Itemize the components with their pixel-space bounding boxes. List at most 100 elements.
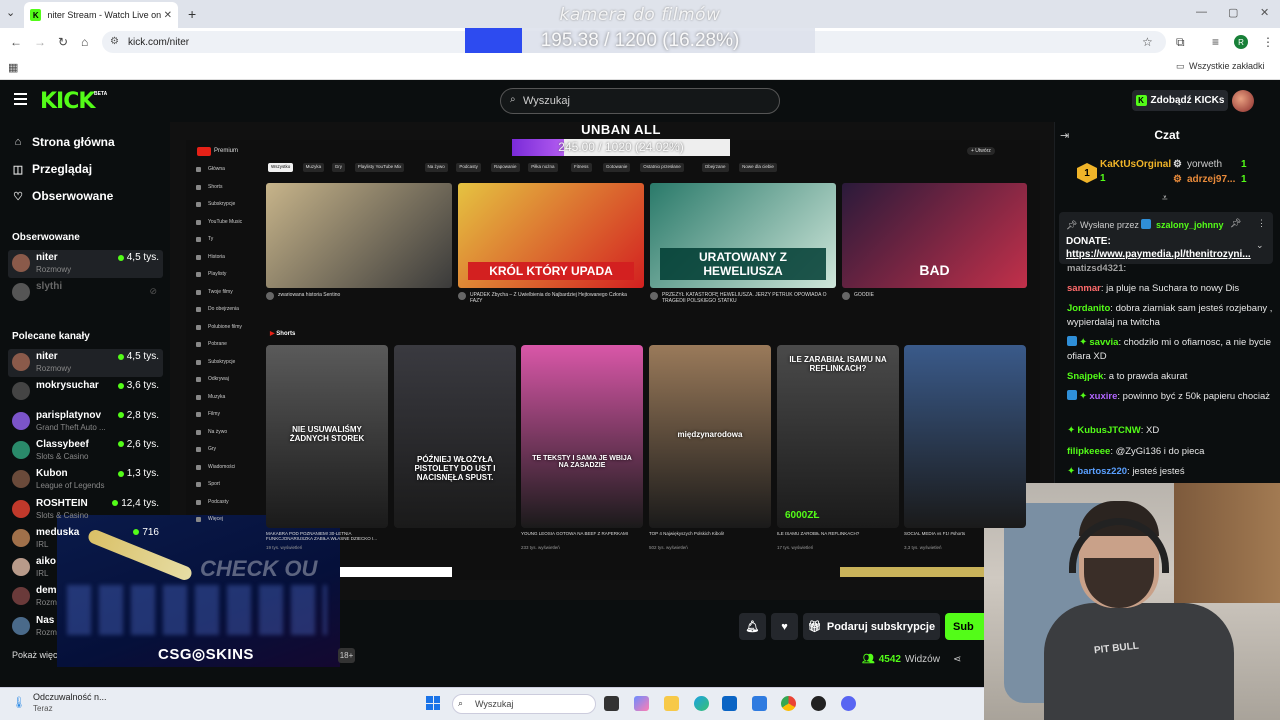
- home-button-icon[interactable]: ⌂: [81, 35, 88, 49]
- viewer-label: Widzów: [904, 654, 940, 665]
- channel-category: Rozmowy: [36, 364, 72, 373]
- pinned-user[interactable]: szalony_johnny: [1156, 220, 1224, 230]
- chat-username[interactable]: Jordanito: [1067, 303, 1110, 314]
- gifter-name[interactable]: yorweth: [1187, 159, 1222, 170]
- get-kicks-button[interactable]: K Zdobądź KICKs: [1132, 90, 1228, 111]
- edge-icon[interactable]: [694, 696, 709, 711]
- top-gifter-count: 1: [1100, 173, 1106, 184]
- store-icon[interactable]: [752, 696, 767, 711]
- kick-logo[interactable]: KICK: [40, 89, 95, 114]
- browser-tab[interactable]: K niter Stream - Watch Live on Kick ✕: [24, 2, 178, 28]
- windows-start-icon[interactable]: [426, 696, 440, 710]
- chat-username[interactable]: savvia: [1089, 337, 1118, 348]
- unpin-icon[interactable]: 📌︎: [1230, 218, 1241, 229]
- discord-icon[interactable]: [841, 696, 856, 711]
- yt-short-title: TOP 4 Najwiękyszych Polskich Kiboli!: [649, 531, 725, 536]
- channel-viewer-count: 2,8 tys.: [126, 409, 159, 421]
- yt-sidebar-item: Gry: [208, 446, 217, 452]
- taskbar-search-input[interactable]: Wyszukaj: [452, 694, 596, 714]
- sidebar-channel[interactable]: dem Rozm: [8, 583, 163, 611]
- shorts-heading: ▶ Shorts: [270, 331, 296, 337]
- copilot-icon[interactable]: [634, 696, 649, 711]
- yt-sidebar-item: Polubione filmy: [208, 323, 242, 330]
- chrome-icon[interactable]: [781, 696, 796, 711]
- pinned-link[interactable]: https://www.paymedia.pl/thenitrozyni...: [1066, 249, 1256, 260]
- site-info-icon[interactable]: ⚙: [110, 36, 119, 47]
- search-input[interactable]: Wyszukaj: [500, 88, 780, 114]
- outlook-icon[interactable]: [722, 696, 737, 711]
- nav-home[interactable]: ⌂ Strona główna: [12, 135, 115, 149]
- unban-goal-text: 245.00 / 1020 (24.02%): [558, 140, 684, 154]
- show-more-link[interactable]: Pokaż więc: [12, 650, 58, 660]
- bookmark-star-icon[interactable]: ☆: [1142, 35, 1153, 49]
- all-bookmarks-link[interactable]: Wszystkie zakładki: [1189, 61, 1265, 71]
- file-explorer-icon[interactable]: [664, 696, 679, 711]
- channel-viewers: 4,5 tys.: [117, 252, 159, 263]
- yt-filter-chip: Gry: [331, 163, 346, 172]
- nav-browse[interactable]: ◫ Przeglądaj: [12, 162, 92, 176]
- user-avatar[interactable]: [1232, 90, 1254, 112]
- yt-filter-chip: Gotowanie: [602, 163, 631, 172]
- weather-notification-title[interactable]: Odczuwalność n...: [33, 692, 107, 702]
- sidebar-channel[interactable]: Kubon League of Legends 1,3 tys.: [8, 466, 163, 494]
- sidebar-channel[interactable]: aiko IRL: [8, 554, 163, 582]
- sidebar-channel[interactable]: niter Rozmowy 4,5 tys.: [8, 250, 163, 278]
- sidebar-channel[interactable]: Classybeef Slots & Casino 2,6 tys.: [8, 437, 163, 465]
- sidebar-channel[interactable]: mokrysuchar 3,6 tys.: [8, 378, 163, 406]
- chat-username[interactable]: sanmar: [1067, 283, 1101, 294]
- close-tab-icon[interactable]: ✕: [164, 10, 172, 21]
- chat-username[interactable]: bartosz220: [1077, 466, 1127, 477]
- pinned-expand-icon[interactable]: ⌄: [1256, 240, 1264, 251]
- tab-search-icon[interactable]: ⌄: [6, 6, 15, 19]
- channel-viewer-count: 716: [142, 526, 159, 538]
- task-view-icon[interactable]: [604, 696, 619, 711]
- sidebar-channel[interactable]: parisplatynov Grand Theft Auto ... 2,8 tys…: [8, 408, 163, 436]
- weather-icon[interactable]: 🌡︎: [12, 696, 26, 709]
- reload-icon[interactable]: ↻: [58, 35, 68, 49]
- gift-sub-button[interactable]: 🎁︎ Podaruj subskrypcje: [803, 613, 940, 640]
- sidebar-channel[interactable]: Nas Rozm: [8, 613, 163, 641]
- chat-username[interactable]: matizsd4321: [1067, 263, 1124, 274]
- follow-button[interactable]: ♥: [771, 613, 798, 640]
- maximize-icon[interactable]: ▢: [1228, 6, 1238, 19]
- menu-hamburger-icon[interactable]: [14, 93, 27, 105]
- gifter-badge-icon: ✦: [1079, 391, 1088, 402]
- forward-icon[interactable]: →: [34, 35, 46, 49]
- channel-viewers: 12,4 tys.: [112, 498, 159, 509]
- back-icon[interactable]: ←: [10, 35, 22, 49]
- sidebar-channel[interactable]: slythi ⊘: [8, 279, 163, 307]
- new-tab-icon[interactable]: +: [188, 6, 196, 22]
- expand-gifters-icon[interactable]: ⩡: [1162, 193, 1168, 204]
- chat-username[interactable]: xuxire: [1089, 391, 1117, 402]
- profile-avatar[interactable]: R: [1234, 35, 1248, 49]
- sidebar-channel[interactable]: meduska IRL 716: [8, 525, 163, 553]
- chat-username[interactable]: KubusJTCNW: [1077, 425, 1140, 436]
- obs-icon[interactable]: [811, 696, 826, 711]
- share-icon[interactable]: ⋖: [953, 654, 961, 665]
- channel-name: aiko: [36, 556, 57, 568]
- browser-menu-icon[interactable]: ⋮: [1262, 35, 1274, 49]
- yt-sidebar-icon: [196, 184, 201, 190]
- channel-avatar: [12, 499, 30, 518]
- notification-bell-button[interactable]: 🔔︎: [739, 613, 766, 640]
- top-gifter-name[interactable]: KaKtUsOrginal: [1100, 159, 1171, 170]
- apps-grid-icon[interactable]: ▦: [8, 61, 18, 74]
- extensions-icon[interactable]: ⧉: [1176, 35, 1185, 50]
- minimize-icon[interactable]: —: [1196, 6, 1207, 18]
- yt-short-views: 19 tys. wyświetleń: [266, 545, 303, 550]
- yt-filter-chip: Piłka nożna: [528, 163, 558, 172]
- chat-text: powinno być z 50k papieru chociaż: [1122, 391, 1271, 402]
- chat-username[interactable]: Snajpek: [1067, 371, 1103, 382]
- yt-filter-chip: Podcasty: [456, 163, 481, 172]
- pinned-more-icon[interactable]: ⋮: [1257, 218, 1266, 229]
- chat-message: ✦ KubusJTCNW: XD: [1067, 424, 1273, 438]
- sidebar-channel[interactable]: niter Rozmowy 4,5 tys.: [8, 349, 163, 377]
- nav-following[interactable]: ♡ Obserwowane: [12, 189, 113, 203]
- close-window-icon[interactable]: ✕: [1260, 6, 1269, 19]
- sidebar-channel[interactable]: ROSHTEIN Slots & Casino 12,4 tys.: [8, 496, 163, 524]
- chat-username[interactable]: filipkeeee: [1067, 446, 1110, 457]
- yt-sidebar-item: YouTube Music: [208, 218, 243, 225]
- gifter-name[interactable]: adrzej97...: [1187, 174, 1235, 185]
- reading-list-icon[interactable]: ≡: [1212, 35, 1219, 49]
- yt-video-title: PRZEŻYŁ KATASTROFĘ HEWELIUSZA. JERZY PET…: [662, 292, 827, 304]
